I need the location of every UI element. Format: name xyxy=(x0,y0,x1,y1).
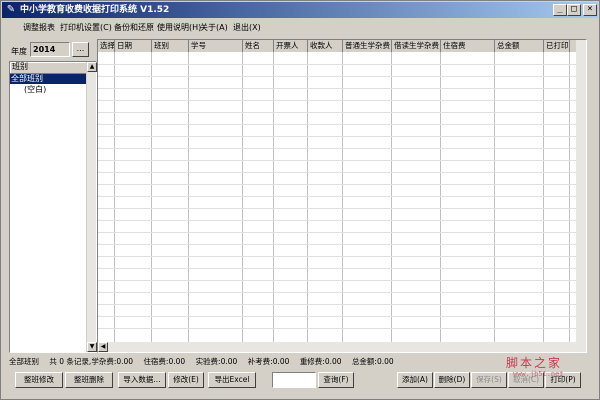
status-total: 总金额:0.00 xyxy=(351,357,394,366)
grid-row-line xyxy=(98,136,586,137)
grid-row-line xyxy=(98,148,586,149)
grid-row-line xyxy=(98,64,586,65)
scroll-left-icon[interactable]: ◀ xyxy=(98,342,108,352)
col-payee[interactable]: 收款人 xyxy=(308,40,343,52)
menu-backup-restore[interactable]: 备份和还原 xyxy=(114,22,154,33)
app-window: ✎ 中小学教育收费收据打印系统 V1.52 _ □ × 调整报表 打印机设置(C… xyxy=(0,0,600,400)
delete-button[interactable]: 删除(D) xyxy=(434,372,470,388)
grid-line xyxy=(188,52,189,352)
grid-line xyxy=(307,52,308,352)
grid-row-line xyxy=(98,112,586,113)
col-total[interactable]: 总金额 xyxy=(495,40,544,52)
maximize-button[interactable]: □ xyxy=(567,4,581,16)
grid-row-line xyxy=(98,100,586,101)
class-list[interactable]: 班别 全部班别 (空白) ▲ ▼ xyxy=(9,61,97,353)
scroll-up-icon[interactable]: ▲ xyxy=(87,62,97,72)
grid-row-line xyxy=(98,124,586,125)
class-list-title: 班别 xyxy=(12,62,28,71)
records-grid[interactable]: 选择 日期 班别 学号 姓名 开票人 收款人 普通生学杂费 借读生学杂费 住宿费… xyxy=(97,39,587,353)
modify-class-button[interactable]: 整班修改 xyxy=(15,372,63,388)
grid-row-line xyxy=(98,280,586,281)
grid-line xyxy=(242,52,243,352)
menu-adjust-report[interactable]: 调整报表 xyxy=(23,22,55,33)
watermark-text: 脚本之家 xyxy=(506,356,563,370)
window-title: 中小学教育收费收据打印系统 V1.52 xyxy=(20,5,170,15)
close-button[interactable]: × xyxy=(583,4,597,16)
edit-button[interactable]: 修改(E) xyxy=(168,372,204,388)
grid-row-line xyxy=(98,172,586,173)
grid-row-line xyxy=(98,244,586,245)
delete-class-button[interactable]: 整班删除 xyxy=(65,372,113,388)
title-bar: ✎ 中小学教育收费收据打印系统 V1.52 _ □ × xyxy=(2,2,598,18)
year-browse-button[interactable]: ... xyxy=(72,42,89,57)
query-button[interactable]: 查询(F) xyxy=(318,372,354,388)
grid-row-line xyxy=(98,184,586,185)
grid-row-line xyxy=(98,328,586,329)
grid-line xyxy=(114,52,115,352)
year-label: 年度 xyxy=(11,47,27,56)
col-class[interactable]: 班别 xyxy=(152,40,189,52)
class-item-all[interactable]: 全部班别 xyxy=(10,74,86,84)
save-button[interactable]: 保存(S) xyxy=(471,372,507,388)
grid-row-line xyxy=(98,316,586,317)
watermark-url: www.jb51.net xyxy=(513,370,564,378)
grid-row-line xyxy=(98,208,586,209)
menu-printer-settings[interactable]: 打印机设置(C) xyxy=(60,22,112,33)
status-repair: 重修费:0.00 xyxy=(299,357,342,366)
status-class: 全部班别 xyxy=(9,357,39,366)
col-date[interactable]: 日期 xyxy=(115,40,152,52)
grid-row-line xyxy=(98,196,586,197)
class-list-scrollbar[interactable]: ▲ ▼ xyxy=(86,62,97,352)
grid-row-line xyxy=(98,256,586,257)
grid-line xyxy=(342,52,343,352)
status-lab: 实验费:0.00 xyxy=(195,357,238,366)
col-student-id[interactable]: 学号 xyxy=(189,40,243,52)
grid-row-line xyxy=(98,76,586,77)
col-name[interactable]: 姓名 xyxy=(243,40,274,52)
import-button[interactable]: 导入数据... xyxy=(118,372,166,388)
year-field[interactable]: 2014 xyxy=(30,42,70,57)
menu-help[interactable]: 使用说明(H) xyxy=(157,22,201,33)
col-transfer-fee[interactable]: 借读生学杂费 xyxy=(392,40,441,52)
class-item-blank[interactable]: (空白) xyxy=(24,85,46,95)
grid-row-line xyxy=(98,232,586,233)
col-printed[interactable]: 已打印 xyxy=(544,40,570,52)
col-select[interactable]: 选择 xyxy=(98,40,115,52)
export-excel-button[interactable]: 导出Excel xyxy=(208,372,256,388)
grid-line xyxy=(151,52,152,352)
grid-vertical-scrollbar[interactable] xyxy=(576,40,586,352)
grid-row-line xyxy=(98,160,586,161)
grid-row-line xyxy=(98,292,586,293)
grid-horizontal-scrollbar[interactable]: ◀ xyxy=(98,342,576,352)
menu-exit[interactable]: 退出(X) xyxy=(233,22,261,33)
grid-line xyxy=(569,52,570,352)
col-issuer[interactable]: 开票人 xyxy=(274,40,308,52)
status-bar: 全部班别 共 0 条记录,学杂费:0.00 住宿费:0.00 实验费:0.00 … xyxy=(9,356,402,367)
search-input[interactable] xyxy=(272,372,316,388)
col-regular-fee[interactable]: 普通生学杂费 xyxy=(343,40,392,52)
grid-header: 选择 日期 班别 学号 姓名 开票人 收款人 普通生学杂费 借读生学杂费 住宿费… xyxy=(98,40,586,52)
grid-row-line xyxy=(98,220,586,221)
scroll-down-icon[interactable]: ▼ xyxy=(87,342,97,352)
grid-line xyxy=(440,52,441,352)
grid-line xyxy=(273,52,274,352)
grid-line xyxy=(543,52,544,352)
menu-about[interactable]: 关于(A) xyxy=(200,22,228,33)
grid-line xyxy=(391,52,392,352)
status-lodging: 住宿费:0.00 xyxy=(143,357,186,366)
grid-line xyxy=(494,52,495,352)
status-records: 共 0 条记录,学杂费:0.00 xyxy=(49,357,134,366)
col-lodging-fee[interactable]: 住宿费 xyxy=(441,40,495,52)
grid-row-line xyxy=(98,304,586,305)
grid-row-line xyxy=(98,88,586,89)
add-button[interactable]: 添加(A) xyxy=(397,372,433,388)
app-icon: ✎ xyxy=(6,4,16,15)
status-makeup: 补考费:0.00 xyxy=(247,357,290,366)
minimize-button[interactable]: _ xyxy=(553,4,567,16)
menu-bar: 调整报表 打印机设置(C) 备份和还原 使用说明(H) 关于(A) 退出(X) xyxy=(2,19,598,35)
grid-row-line xyxy=(98,268,586,269)
